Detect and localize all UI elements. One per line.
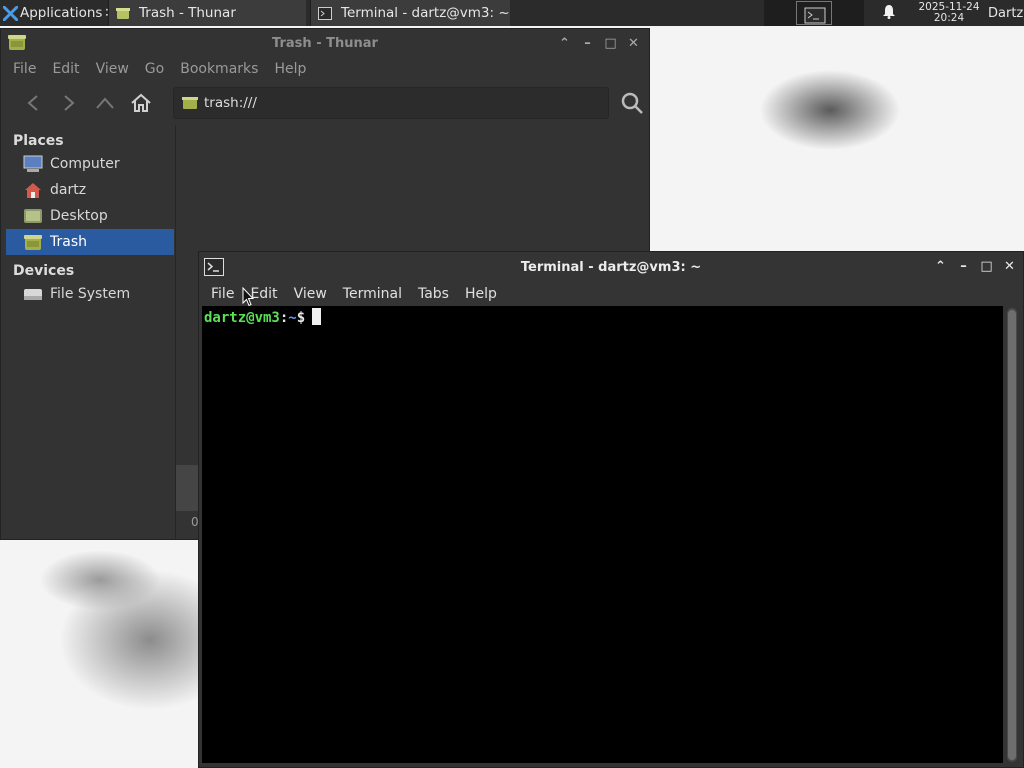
trash-icon [116,7,130,20]
terminal-scrollbar[interactable] [1007,308,1017,762]
sidebar-item-label: File System [50,286,131,302]
thunar-titlebar[interactable]: Trash - Thunar ⌃ – □ ✕ [1,29,649,57]
menu-bookmarks[interactable]: Bookmarks [172,61,266,77]
maximize-button[interactable]: □ [975,256,998,276]
window-controls: ⌃ – □ ✕ [929,252,1021,280]
thunar-toolbar: trash:/// [1,81,649,125]
home-icon[interactable] [123,88,159,118]
terminal-titlebar[interactable]: Terminal - dartz@vm3: ~ ⌃ – □ ✕ [199,252,1023,282]
menu-view[interactable]: View [286,286,335,302]
taskbar-item-terminal[interactable]: Terminal - dartz@vm3: ~ [310,0,510,26]
forward-icon[interactable] [51,88,87,118]
sidebar-item-filesystem[interactable]: File System [1,281,175,307]
user-menu-button[interactable]: Dartz [984,0,1024,26]
window-title: Trash - Thunar [272,35,378,51]
mouse-pointer-icon [242,286,255,307]
prompt-path: ~ [288,310,297,326]
sidebar-item-trash[interactable]: Trash [6,229,174,255]
menu-edit[interactable]: Edit [44,61,87,77]
sidebar-item-label: Desktop [50,208,108,224]
top-panel: Applications ∷ Trash - Thunar Terminal -… [0,0,1024,26]
clock[interactable]: 2025-11-24 20:24 [914,0,984,26]
sidebar-item-label: Trash [50,234,87,250]
computer-icon [23,155,43,173]
bell-icon [882,4,896,23]
window-controls: ⌃ – □ ✕ [553,29,645,57]
places-header: Places [13,133,64,149]
sidebar-item-desktop[interactable]: Desktop [1,203,175,229]
clock-time: 20:24 [933,12,965,24]
xfce-logo-icon [2,5,19,21]
window-title: Terminal - dartz@vm3: ~ [520,259,702,275]
desktop-icon [23,207,43,225]
applications-label: Applications [20,5,103,21]
menu-help[interactable]: Help [266,61,314,77]
menu-terminal[interactable]: Terminal [335,286,410,302]
workspace-switcher[interactable] [764,0,864,26]
trash-icon [182,96,198,110]
prompt-symbol: $ [296,310,306,326]
close-button[interactable]: ✕ [998,256,1021,276]
minimize-button[interactable]: – [576,33,599,53]
home-folder-icon [23,181,43,199]
close-button[interactable]: ✕ [622,33,645,53]
notifications-button[interactable] [864,0,914,26]
terminal-scrollbar-thumb[interactable] [1008,310,1016,760]
thunar-menubar: File Edit View Go Bookmarks Help [1,57,649,81]
devices-header: Devices [13,263,75,279]
menu-help[interactable]: Help [457,286,505,302]
terminal-window: Terminal - dartz@vm3: ~ ⌃ – □ ✕ File Edi… [198,251,1024,768]
location-text: trash:/// [204,95,257,111]
taskbar-item-thunar[interactable]: Trash - Thunar [108,0,306,26]
thunar-sidebar: Places Computer dartz Desktop Trash Devi… [1,125,176,539]
terminal-menubar: File Edit View Terminal Tabs Help [199,282,1023,306]
menu-go[interactable]: Go [137,61,172,77]
menu-file[interactable]: File [5,61,44,77]
menu-file[interactable]: File [203,286,242,302]
back-icon[interactable] [15,88,51,118]
shade-button[interactable]: ⌃ [553,33,576,53]
text-cursor [312,308,322,325]
sidebar-item-dartz[interactable]: dartz [1,177,175,203]
terminal-icon [204,258,224,276]
taskbar-item-label: Terminal - dartz@vm3: ~ [341,5,510,21]
terminal-icon [318,6,332,20]
menu-tabs[interactable]: Tabs [410,286,457,302]
taskbar-item-label: Trash - Thunar [139,5,236,21]
sidebar-scrollbar[interactable] [176,465,198,511]
prompt-user: dartz@vm3 [204,310,280,326]
sidebar-item-label: dartz [50,182,87,198]
sidebar-item-label: Computer [50,156,120,172]
workspace-icon [796,1,832,25]
sidebar-item-computer[interactable]: Computer [1,151,175,177]
up-icon[interactable] [87,88,123,118]
applications-menu-button[interactable]: Applications ∷ [0,0,108,26]
search-icon[interactable] [619,90,645,116]
shade-button[interactable]: ⌃ [929,256,952,276]
maximize-button[interactable]: □ [599,33,622,53]
location-bar[interactable]: trash:/// [173,87,609,119]
drive-icon [23,285,43,303]
menu-view[interactable]: View [88,61,137,77]
trash-icon [7,33,27,51]
minimize-button[interactable]: – [952,256,975,276]
terminal-screen[interactable]: dartz@vm3:~$ [202,306,1003,763]
trash-icon [23,233,43,251]
